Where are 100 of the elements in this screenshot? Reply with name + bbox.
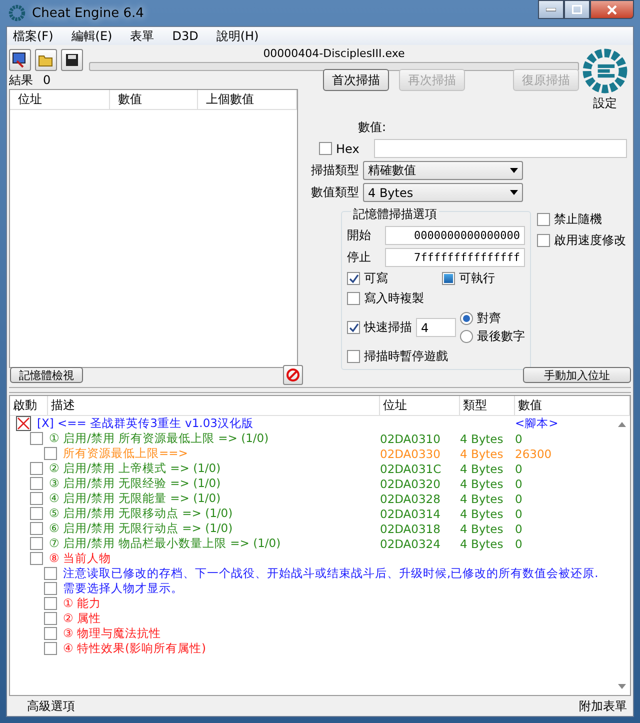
entry-description: 需要选择人物才显示。 — [63, 581, 183, 596]
menu-item[interactable]: D3D — [172, 29, 198, 43]
memory-view-button[interactable]: 記憶體檢視 — [10, 367, 83, 383]
entry-description: ⑤ 启用/禁用 无限移动点 => (1/0) — [49, 506, 233, 521]
entry-address: 02DA0310 — [380, 432, 440, 446]
stop-address-input[interactable]: 7fffffffffffffff — [385, 248, 525, 267]
option-checkbox[interactable] — [537, 234, 550, 247]
entry-checkbox[interactable] — [30, 552, 43, 565]
add-address-button[interactable]: 手動加入位址 — [523, 367, 631, 383]
entry-description: 注意读取已修改的存档、下一个战役、开始战斗或结束战斗后、升级时候,已修改的所有数值会被还原. — [63, 566, 598, 581]
entry-checkbox[interactable] — [30, 507, 43, 520]
hex-checkbox[interactable] — [319, 142, 332, 155]
entry-address: 02DA031C — [380, 462, 442, 476]
script-checkbox[interactable] — [16, 416, 31, 431]
writable-label: 可寫 — [364, 270, 388, 287]
alignment-label: 最後數字 — [477, 328, 525, 345]
entry-checkbox[interactable] — [44, 582, 57, 595]
close-button[interactable] — [590, 0, 634, 19]
entry-checkbox[interactable] — [30, 477, 43, 490]
stop-label: 停止 — [347, 249, 372, 266]
entry-checkbox[interactable] — [44, 612, 57, 625]
entry-checkbox[interactable] — [44, 627, 57, 640]
results-count: 0 — [43, 73, 51, 87]
entry-type: 4 Bytes — [460, 536, 504, 550]
scan-type-label: 掃描類型 — [310, 162, 359, 179]
entry-address: 02DA0318 — [380, 522, 440, 536]
fast-scan-checkbox[interactable] — [347, 321, 360, 334]
entry-checkbox[interactable] — [44, 447, 57, 460]
entry-description: ③ 物理与魔法抗性 — [63, 626, 161, 641]
entry-type: 4 Bytes — [460, 506, 504, 520]
pause-game-checkbox[interactable] — [347, 350, 360, 363]
entry-description: ④ 启用/禁用 无限能量 => (1/0) — [49, 491, 221, 506]
value-type-dropdown[interactable]: 4 Bytes — [363, 183, 523, 202]
scan-type-dropdown[interactable]: 精確數值 — [363, 161, 523, 180]
close-icon — [607, 4, 617, 14]
scroll-up-icon[interactable] — [618, 422, 626, 427]
entry-checkbox[interactable] — [30, 492, 43, 505]
table-extras-label[interactable]: 附加表單 — [579, 698, 627, 714]
entry-value: 26300 — [515, 446, 552, 460]
menu-item[interactable]: 編輯(E) — [71, 28, 112, 44]
minimize-button[interactable] — [538, 0, 564, 19]
monitor-icon — [12, 52, 28, 68]
entry-checkbox[interactable] — [30, 462, 43, 475]
start-address-input[interactable]: 0000000000000000 — [385, 226, 525, 245]
column-header[interactable]: 數值 — [515, 396, 630, 415]
option-checkbox[interactable] — [537, 213, 550, 226]
window-title: Cheat Engine 6.4 — [32, 6, 144, 20]
column-header[interactable]: 位址 — [10, 90, 110, 109]
entry-type: 4 Bytes — [460, 446, 504, 460]
entry-description: ⑧ 当前人物 — [49, 551, 111, 566]
stop-icon[interactable] — [283, 365, 303, 385]
option-label: 啟用速度修改 — [554, 232, 626, 249]
copy-on-write-checkbox[interactable] — [347, 292, 360, 305]
menu-item[interactable]: 表單 — [130, 28, 154, 44]
select-process-button[interactable] — [9, 49, 31, 71]
column-header[interactable]: 類型 — [460, 396, 515, 415]
advanced-options-label[interactable]: 高級選項 — [27, 698, 75, 714]
column-header[interactable]: 描述 — [48, 396, 380, 415]
open-folder-button[interactable] — [35, 49, 57, 71]
alignment-radio[interactable] — [460, 330, 473, 343]
fast-scan-input[interactable]: 4 — [416, 318, 456, 337]
fast-scan-label: 快速掃描 — [364, 319, 412, 336]
entry-description: ⑥ 启用/禁用 无限行动点 => (1/0) — [49, 521, 233, 536]
entry-value: 0 — [515, 522, 522, 536]
option-label: 禁止隨機 — [554, 211, 602, 228]
entry-type: 4 Bytes — [460, 432, 504, 446]
entry-checkbox[interactable] — [44, 597, 57, 610]
entry-description: ⑦ 启用/禁用 物品栏最小数量上限 => (1/0) — [49, 536, 281, 551]
cheat-engine-logo-icon — [581, 47, 629, 95]
entry-type: 4 Bytes — [460, 492, 504, 506]
scan-button[interactable]: 首次掃描 — [323, 69, 389, 91]
executable-checkbox[interactable] — [442, 272, 455, 285]
process-name: 00000404-DisciplesIII.exe — [263, 47, 405, 60]
column-header[interactable]: 啟動 — [10, 396, 48, 415]
column-header[interactable]: 數值 — [110, 90, 198, 109]
save-button[interactable] — [61, 49, 83, 71]
results-label: 結果 — [9, 72, 33, 88]
entry-checkbox[interactable] — [30, 537, 43, 550]
value-input[interactable] — [374, 139, 627, 158]
entry-value: 0 — [515, 492, 522, 506]
entry-checkbox[interactable] — [44, 642, 57, 655]
writable-checkbox[interactable] — [347, 272, 360, 285]
entry-checkbox[interactable] — [44, 567, 57, 580]
settings-label[interactable]: 設定 — [593, 95, 617, 112]
hex-label: Hex — [336, 142, 360, 156]
column-header[interactable]: 位址 — [380, 396, 460, 415]
maximize-button[interactable] — [564, 0, 590, 19]
menu-item[interactable]: 說明(H) — [216, 28, 259, 44]
pause-game-label: 掃描時暫停遊戲 — [364, 348, 448, 365]
entry-value: 0 — [515, 476, 522, 490]
menu-item[interactable]: 檔案(F) — [13, 28, 54, 44]
alignment-radio[interactable] — [460, 312, 473, 325]
entry-address: 02DA0324 — [380, 536, 440, 550]
entry-checkbox[interactable] — [30, 432, 43, 445]
entry-checkbox[interactable] — [30, 522, 43, 535]
entry-description: ③ 启用/禁用 无限经验 => (1/0) — [49, 476, 221, 491]
entry-description: ② 属性 — [63, 611, 101, 626]
scroll-down-icon[interactable] — [618, 684, 626, 689]
column-header[interactable]: 上個數值 — [198, 90, 297, 109]
entry-address: 02DA0320 — [380, 476, 440, 490]
